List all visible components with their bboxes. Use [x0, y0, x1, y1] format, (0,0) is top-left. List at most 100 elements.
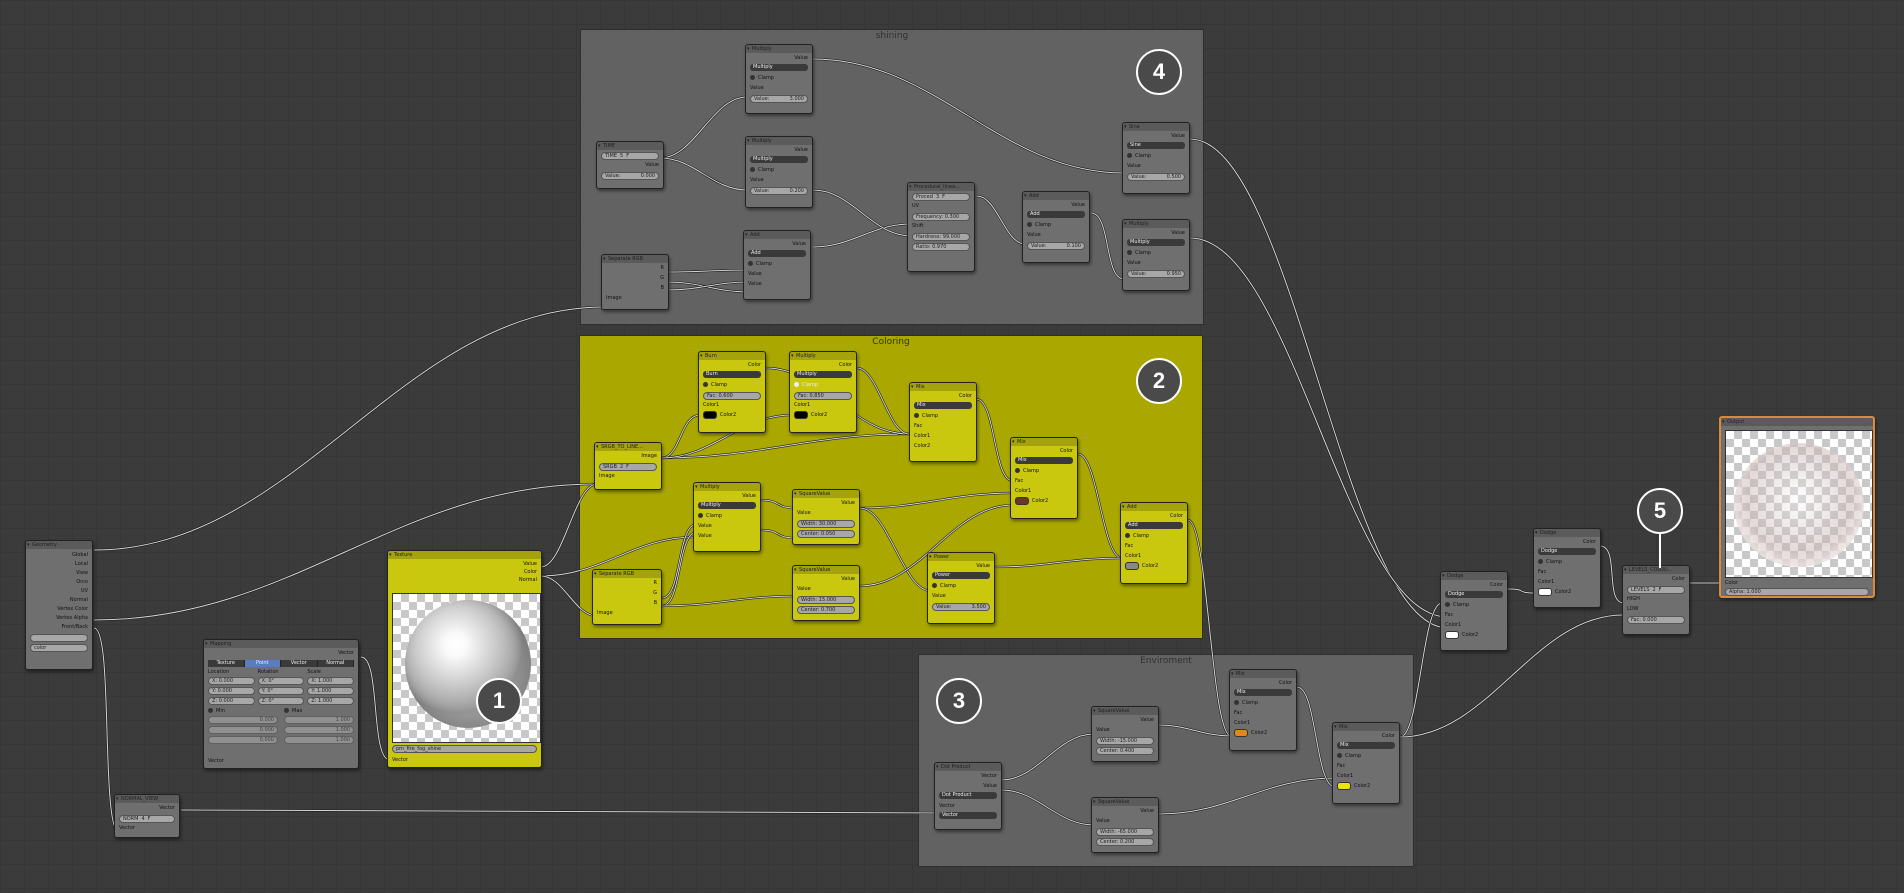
- clamp-checkbox[interactable]: [1445, 602, 1450, 607]
- node-burn[interactable]: Burn Color Burn Clamp Fac: 0.600 Color1 …: [698, 351, 766, 433]
- clamp-checkbox[interactable]: [1027, 222, 1032, 227]
- clamp-checkbox[interactable]: [1127, 250, 1132, 255]
- node-square-value[interactable]: SquareValue Value Value Width: 15.000 Ce…: [792, 565, 860, 621]
- node-texture[interactable]: Texture Value Color Normal pm_fire_fog_s…: [387, 550, 542, 768]
- node-multiply[interactable]: Multiply Value Multiply Clamp Value Valu…: [745, 44, 813, 114]
- color-swatch[interactable]: [1337, 781, 1351, 790]
- blend-type-dropdown[interactable]: Dodge: [1538, 548, 1596, 555]
- blend-type-dropdown[interactable]: Multiply: [794, 371, 852, 378]
- clamp-checkbox[interactable]: [1337, 753, 1342, 758]
- fake-user-toggle[interactable]: F: [626, 464, 629, 470]
- clamp-checkbox[interactable]: [698, 513, 703, 518]
- node-mapping[interactable]: Mapping Vector Texture Point Vector Norm…: [203, 639, 359, 769]
- nodegroup-selector[interactable]: Proced 3 F: [912, 193, 970, 201]
- min-z[interactable]: 0.000: [208, 736, 278, 744]
- node-procedural-linear[interactable]: Procedural_linea... Proced3F UV Frequenc…: [907, 182, 975, 272]
- color-layer-field[interactable]: color: [30, 644, 88, 652]
- node-add-color[interactable]: Add Color Add Clamp Fac Color1 Color2: [1120, 502, 1188, 584]
- clamp-checkbox[interactable]: [1538, 559, 1543, 564]
- width-field[interactable]: Width: -15.000: [1096, 737, 1154, 745]
- rotation-x[interactable]: X: 0°: [257, 677, 305, 685]
- texture-selector[interactable]: pm_fire_fog_shine: [392, 745, 537, 753]
- node-multiply-color[interactable]: Multiply Color Multiply Clamp Fac: 0.850…: [789, 351, 857, 433]
- blend-type-dropdown[interactable]: Burn: [703, 371, 761, 378]
- operation-dropdown[interactable]: Add: [748, 250, 806, 257]
- min-checkbox[interactable]: [208, 708, 213, 713]
- frame-shining[interactable]: shining: [580, 29, 1204, 325]
- center-field[interactable]: Center: 0.050: [797, 530, 855, 538]
- alpha-field[interactable]: Alpha: 1.000: [1725, 588, 1869, 596]
- node-mix[interactable]: Mix Color Mix Clamp Fac Color1 Color2: [1010, 437, 1078, 519]
- scale-x[interactable]: X: 1.000: [307, 677, 355, 685]
- node-normal-view[interactable]: NORMAL_VIEW Vector NORM4F Vector: [114, 794, 180, 838]
- scale-z[interactable]: Z: 1.000: [307, 697, 355, 705]
- node-separate-rgb[interactable]: Separate RGB R G B Image: [601, 254, 669, 310]
- vector-input-field[interactable]: Vector: [939, 812, 997, 819]
- tab-texture[interactable]: Texture: [208, 660, 245, 667]
- fake-user-toggle[interactable]: F: [148, 816, 151, 822]
- center-field[interactable]: Center: 0.400: [1096, 747, 1154, 755]
- scale-y[interactable]: Y: 1.000: [307, 687, 355, 695]
- node-multiply[interactable]: Multiply Value Multiply Clamp Value Valu…: [745, 136, 813, 208]
- clamp-checkbox[interactable]: [794, 382, 799, 387]
- node-square-value[interactable]: SquareValue Value Value Width: -65.000 C…: [1091, 797, 1159, 853]
- width-field[interactable]: Width: 30.000: [797, 520, 855, 528]
- node-geometry[interactable]: Geometry Global Local View Orco UV Norma…: [25, 540, 93, 670]
- width-field[interactable]: Width: 15.000: [797, 596, 855, 604]
- max-y[interactable]: 1.000: [284, 726, 354, 734]
- clamp-checkbox[interactable]: [1125, 533, 1130, 538]
- node-separate-rgb[interactable]: Separate RGB R G B Image: [592, 569, 662, 625]
- value-field[interactable]: Value: 0.950: [1127, 270, 1185, 278]
- node-mix[interactable]: Mix Color Mix Clamp Fac Color1 Color2: [1332, 722, 1400, 804]
- operation-dropdown[interactable]: Add: [1027, 211, 1085, 218]
- color-swatch[interactable]: [1015, 496, 1029, 505]
- operation-dropdown[interactable]: Sine: [1127, 142, 1185, 149]
- node-time[interactable]: TIME TIME5F Value Value:0.000: [596, 141, 664, 189]
- ratio-field[interactable]: Ratio: 0.970: [912, 243, 970, 251]
- max-z[interactable]: 1.000: [284, 736, 354, 744]
- width-field[interactable]: Width: -65.000: [1096, 828, 1154, 836]
- nodegroup-selector[interactable]: LEVELS 2 F: [1627, 586, 1685, 594]
- node-levels-colour[interactable]: LEVELS_COLOU... Color LEVELS2F HIGH LOW …: [1622, 565, 1690, 635]
- min-y[interactable]: 0.000: [208, 726, 278, 734]
- clamp-checkbox[interactable]: [750, 167, 755, 172]
- color-swatch[interactable]: [703, 410, 717, 419]
- max-checkbox[interactable]: [284, 708, 289, 713]
- blend-type-dropdown[interactable]: Add: [1125, 522, 1183, 529]
- frequency-field[interactable]: Frequency: 0.300: [912, 213, 970, 221]
- center-field[interactable]: Center: 0.700: [797, 606, 855, 614]
- fac-slider[interactable]: Fac: 0.000: [1627, 616, 1685, 624]
- clamp-checkbox[interactable]: [703, 382, 708, 387]
- max-x[interactable]: 1.000: [284, 716, 354, 724]
- uv-layer-field[interactable]: [30, 634, 88, 642]
- value-field[interactable]: Value: 0.000: [601, 172, 659, 180]
- operation-dropdown[interactable]: Power: [932, 572, 990, 579]
- node-dodge[interactable]: Dodge Color Dodge Clamp Fac Color1 Color…: [1533, 528, 1601, 608]
- operation-dropdown[interactable]: Multiply: [1127, 239, 1185, 246]
- value-field[interactable]: Value: 0.200: [750, 187, 808, 195]
- blend-type-dropdown[interactable]: Mix: [1015, 457, 1073, 464]
- node-multiply[interactable]: Multiply Value Multiply Clamp Value Valu…: [1122, 219, 1190, 291]
- rotation-y[interactable]: Y: 0°: [257, 687, 305, 695]
- node-square-value[interactable]: SquareValue Value Value Width: -15.000 C…: [1091, 706, 1159, 762]
- clamp-checkbox[interactable]: [750, 75, 755, 80]
- node-square-value[interactable]: SquareValue Value Value Width: 30.000 Ce…: [792, 489, 860, 545]
- fake-user-toggle[interactable]: F: [1659, 587, 1662, 593]
- blend-type-dropdown[interactable]: Mix: [914, 402, 972, 409]
- tab-vector[interactable]: Vector: [281, 660, 318, 667]
- min-x[interactable]: 0.000: [208, 716, 278, 724]
- rotation-z[interactable]: Z: 0°: [257, 697, 305, 705]
- fac-slider[interactable]: Fac: 0.850: [794, 392, 852, 400]
- node-add[interactable]: Add Value Add Clamp Value Value: [743, 230, 811, 300]
- clamp-checkbox[interactable]: [748, 261, 753, 266]
- node-srgb-to-linear[interactable]: SRGB_TO_LINE... Image SRGB2F Image: [594, 442, 662, 490]
- color-swatch[interactable]: [1445, 630, 1459, 639]
- fac-slider[interactable]: Fac: 0.600: [703, 392, 761, 400]
- clamp-checkbox[interactable]: [1234, 700, 1239, 705]
- blend-type-dropdown[interactable]: Mix: [1234, 689, 1292, 696]
- fake-user-toggle[interactable]: F: [626, 153, 629, 159]
- color-swatch[interactable]: [1538, 587, 1552, 596]
- node-dot-product[interactable]: Dot Product Vector Value Dot Product Vec…: [934, 762, 1002, 830]
- value-field[interactable]: Value: 0.100: [1027, 242, 1085, 250]
- clamp-checkbox[interactable]: [932, 583, 937, 588]
